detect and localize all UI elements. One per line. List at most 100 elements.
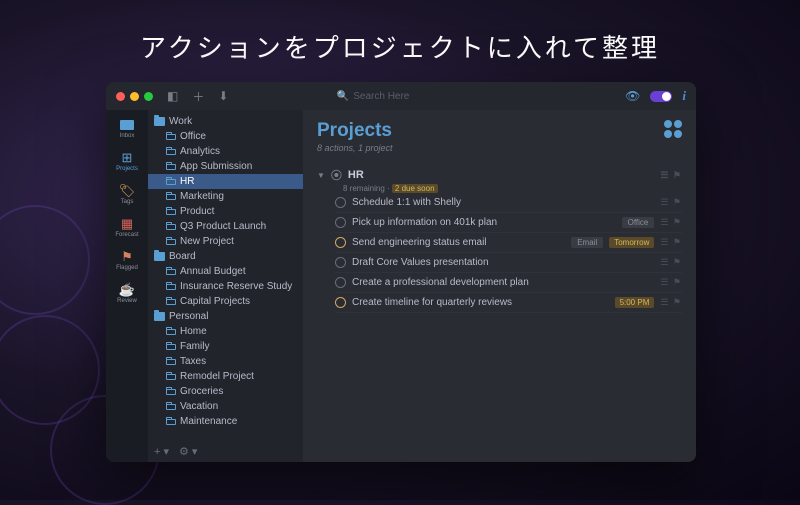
project-row[interactable]: App Submission xyxy=(148,159,303,174)
forecast-icon: ▦ xyxy=(119,217,135,231)
cleanup-icon[interactable]: ⬇ xyxy=(218,89,228,103)
folder-row[interactable]: Work xyxy=(148,114,303,129)
folder-icon xyxy=(154,117,165,126)
task-checkbox[interactable] xyxy=(335,277,346,288)
rail-review[interactable]: ☕ Review xyxy=(117,281,137,306)
task-tag[interactable]: Email xyxy=(571,237,603,248)
project-row[interactable]: Capital Projects xyxy=(148,294,303,309)
task-actions[interactable]: ☰ ⚑ xyxy=(660,237,682,248)
rail-label: Forecast xyxy=(115,232,138,238)
project-row[interactable]: Office xyxy=(148,129,303,144)
task-row[interactable]: Create a professional development plan☰ … xyxy=(335,273,682,293)
task-checkbox[interactable] xyxy=(335,297,346,308)
project-icon xyxy=(166,359,176,365)
project-icon xyxy=(166,179,176,185)
rail-projects[interactable]: ⊞ Projects xyxy=(116,149,138,174)
perspective-title: Projects xyxy=(317,120,393,142)
folder-name: Personal xyxy=(169,311,208,322)
parallel-icon: ⦿ xyxy=(331,167,342,183)
folder-row[interactable]: Board xyxy=(148,249,303,264)
project-row[interactable]: Vacation xyxy=(148,399,303,414)
project-row[interactable]: Analytics xyxy=(148,144,303,159)
rail-flagged[interactable]: ⚑ Flagged xyxy=(116,248,138,273)
project-row[interactable]: New Project xyxy=(148,234,303,249)
task-checkbox[interactable] xyxy=(335,197,346,208)
project-name: Maintenance xyxy=(180,416,237,427)
sidebar-toggle-icon[interactable]: ◧ xyxy=(167,89,178,103)
focus-toggle[interactable] xyxy=(650,91,672,102)
task-actions[interactable]: ☰ ⚑ xyxy=(660,257,682,268)
projects-icon: ⊞ xyxy=(119,151,135,165)
project-icon xyxy=(166,149,176,155)
project-row[interactable]: Annual Budget xyxy=(148,264,303,279)
rail-label: Flagged xyxy=(116,265,138,271)
info-icon[interactable]: i xyxy=(682,88,686,104)
task-title: Create timeline for quarterly reviews xyxy=(352,297,609,308)
rail-label: Projects xyxy=(116,166,138,172)
project-row[interactable]: Groceries xyxy=(148,384,303,399)
project-row[interactable]: Home xyxy=(148,324,303,339)
project-name: Marketing xyxy=(180,191,224,202)
review-icon: ☕ xyxy=(119,283,135,297)
flag-icon: ⚑ xyxy=(119,250,135,264)
perspective-subtitle: 8 actions, 1 project xyxy=(317,143,393,153)
zoom-button[interactable] xyxy=(144,92,153,101)
project-row[interactable]: Maintenance xyxy=(148,414,303,429)
task-row[interactable]: Create timeline for quarterly reviews5:0… xyxy=(335,293,682,313)
add-outline-button[interactable]: + ▾ xyxy=(154,445,169,458)
project-row[interactable]: Insurance Reserve Study xyxy=(148,279,303,294)
task-actions[interactable]: ☰ ⚑ xyxy=(660,197,682,208)
project-name: Office xyxy=(180,131,206,142)
project-icon xyxy=(166,164,176,170)
project-icon xyxy=(166,269,176,275)
view-grid-icon[interactable] xyxy=(664,120,682,138)
task-actions[interactable]: ☰ ⚑ xyxy=(660,297,682,308)
group-name: HR xyxy=(348,169,364,181)
task-actions[interactable]: ☰ ⚑ xyxy=(660,217,682,228)
search-input[interactable]: 🔍 Search Here xyxy=(337,91,517,102)
task-row[interactable]: Pick up information on 401k planOffice☰ … xyxy=(335,213,682,233)
window-controls xyxy=(116,92,153,101)
folder-icon xyxy=(154,312,165,321)
inbox-icon xyxy=(120,120,134,130)
project-outline: Work Office AnalyticsApp SubmissionHR Marke… xyxy=(148,110,303,462)
task-row[interactable]: Send engineering status emailEmailTomorr… xyxy=(335,233,682,253)
project-name: Annual Budget xyxy=(180,266,246,277)
task-row[interactable]: Draft Core Values presentation☰ ⚑ xyxy=(335,253,682,273)
group-header[interactable]: ▼ ⦿ HR ☰ ⚑ xyxy=(317,167,682,183)
task-checkbox[interactable] xyxy=(335,217,346,228)
rail-inbox[interactable]: Inbox xyxy=(119,116,135,141)
close-button[interactable] xyxy=(116,92,125,101)
rail-tags[interactable]: 🏷 Tags xyxy=(119,182,135,207)
task-title: Schedule 1:1 with Shelly xyxy=(352,197,654,208)
task-actions[interactable]: ☰ ⚑ xyxy=(660,277,682,288)
project-icon xyxy=(166,134,176,140)
task-checkbox[interactable] xyxy=(335,237,346,248)
outline-settings-button[interactable]: ⚙ ▾ xyxy=(179,445,197,458)
task-tag[interactable]: Office xyxy=(622,217,655,228)
project-name: Remodel Project xyxy=(180,371,254,382)
project-row[interactable]: Marketing xyxy=(148,189,303,204)
folder-name: Work xyxy=(169,116,192,127)
group-trail: ☰ ⚑ xyxy=(660,170,682,181)
minimize-button[interactable] xyxy=(130,92,139,101)
task-title: Send engineering status email xyxy=(352,237,565,248)
project-row[interactable]: Q3 Product Launch xyxy=(148,219,303,234)
project-row[interactable]: HR xyxy=(148,174,303,189)
view-icon[interactable]: 👁 xyxy=(625,89,640,103)
project-row[interactable]: Taxes xyxy=(148,354,303,369)
project-row[interactable]: Product xyxy=(148,204,303,219)
search-container: 🔍 Search Here xyxy=(234,91,619,102)
project-row[interactable]: Remodel Project xyxy=(148,369,303,384)
rail-label: Inbox xyxy=(120,133,135,139)
folder-row[interactable]: Personal xyxy=(148,309,303,324)
project-icon xyxy=(166,284,176,290)
task-checkbox[interactable] xyxy=(335,257,346,268)
task-row[interactable]: Schedule 1:1 with Shelly ☰ ⚑ xyxy=(335,193,682,213)
project-icon xyxy=(166,194,176,200)
folder-name: Board xyxy=(169,251,196,262)
project-row[interactable]: Family xyxy=(148,339,303,354)
titlebar: ◧ ＋ ⬇ 🔍 Search Here 👁 i xyxy=(106,82,696,110)
rail-forecast[interactable]: ▦ Forecast xyxy=(115,215,138,240)
add-button[interactable]: ＋ xyxy=(192,88,204,105)
